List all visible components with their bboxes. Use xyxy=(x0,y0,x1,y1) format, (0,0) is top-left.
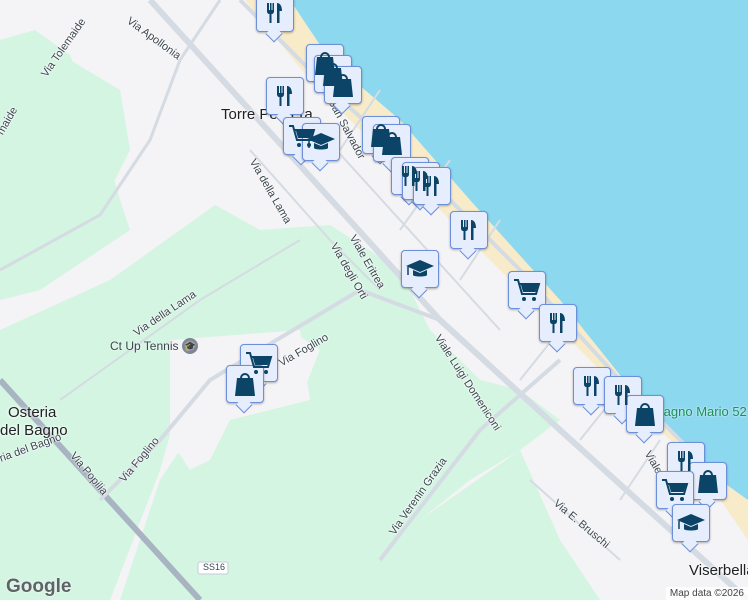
restaurant-icon xyxy=(272,83,298,109)
map-marker-restaurant[interactable] xyxy=(539,304,577,342)
graduation-cap-icon xyxy=(405,257,435,281)
restaurant-icon xyxy=(545,310,571,336)
road-shield-ss16: SS16 xyxy=(203,562,226,572)
map-marker-shopping-bag[interactable] xyxy=(324,66,362,104)
map-marker-shopping-bag[interactable] xyxy=(626,395,664,433)
map-marker-restaurant[interactable] xyxy=(266,77,304,115)
map-marker-restaurant[interactable] xyxy=(256,0,294,32)
shopping-bag-icon xyxy=(330,71,356,99)
poi-label: Bagno Mario 52 xyxy=(655,404,747,419)
map-marker-shopping-cart[interactable] xyxy=(508,271,546,309)
graduation-cap-icon xyxy=(306,130,336,154)
map-marker-restaurant[interactable] xyxy=(450,211,488,249)
restaurant-icon xyxy=(419,173,445,199)
shopping-bag-icon xyxy=(379,129,405,157)
google-logo: Google xyxy=(6,576,72,597)
poi-ct-up-tennis[interactable]: Ct Up Tennis 🎓 xyxy=(110,338,199,354)
map-marker-restaurant[interactable] xyxy=(413,167,451,205)
shopping-cart-icon xyxy=(513,277,541,303)
shopping-bag-icon xyxy=(695,467,721,495)
restaurant-icon xyxy=(262,0,288,26)
graduation-cap-icon: 🎓 xyxy=(182,338,199,354)
map-marker-graduation-cap[interactable] xyxy=(401,250,439,288)
poi-bagno-mario[interactable]: Bagno Mario 52 xyxy=(655,404,747,419)
shopping-bag-icon xyxy=(632,400,658,428)
restaurant-icon xyxy=(456,217,482,243)
map-canvas[interactable] xyxy=(0,0,748,600)
map-attribution[interactable]: Map data ©2026 xyxy=(665,587,748,600)
place-osteria: Osteria xyxy=(8,404,57,421)
shopping-bag-icon xyxy=(232,370,258,398)
restaurant-icon xyxy=(579,373,605,399)
shopping-cart-icon xyxy=(661,477,689,503)
map-marker-graduation-cap[interactable] xyxy=(672,504,710,542)
poi-label: Ct Up Tennis xyxy=(110,339,179,353)
place-viserbella: Viserbella xyxy=(689,562,748,579)
map-marker-shopping-bag[interactable] xyxy=(689,462,727,500)
graduation-cap-icon xyxy=(676,511,706,535)
